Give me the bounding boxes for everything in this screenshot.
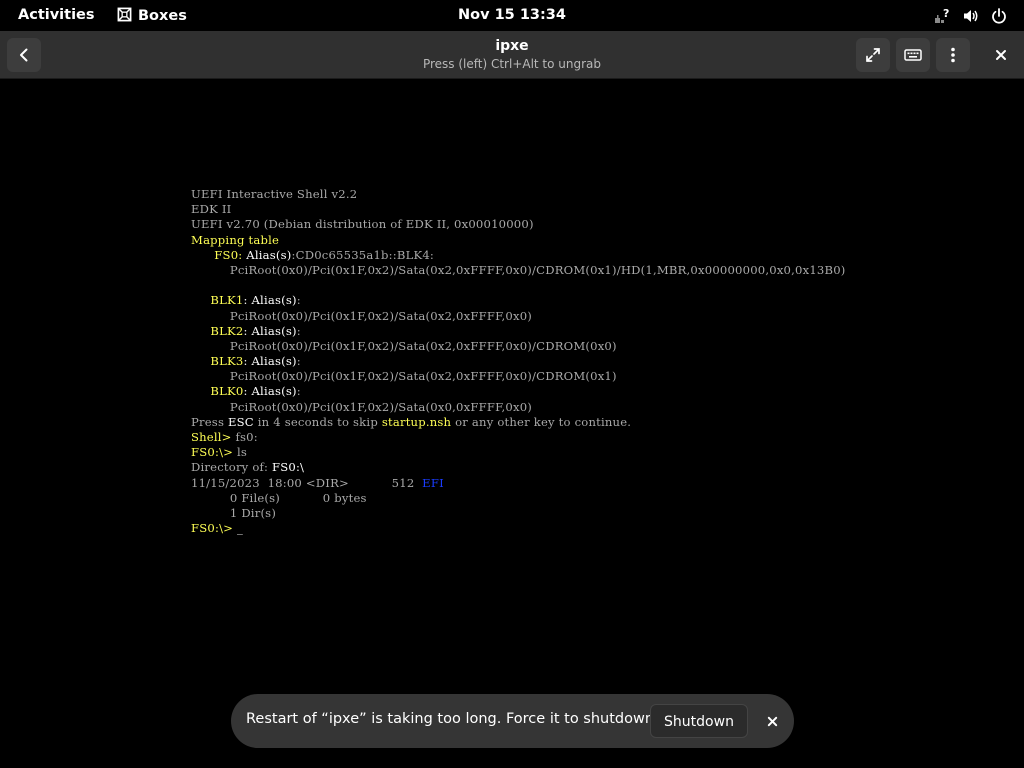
console-text: EDK II [191, 202, 232, 217]
uefi-shell-console: UEFI Interactive Shell v2.2 EDK II UEFI v2… [191, 187, 891, 536]
console-text: Alias(s) [251, 354, 297, 369]
console-line: BLK3: Alias(s): [191, 354, 891, 369]
headerbar: ipxe Press (left) Ctrl+Alt to ungrab [0, 31, 1024, 79]
console-text: in 4 seconds to skip [253, 414, 382, 429]
console-text: Alias(s) [251, 323, 297, 338]
console-text: PciRoot(0x0)/Pci(0x1F,0x2)/Sata(0x2,0xFF… [191, 308, 533, 323]
console-line: PciRoot(0x0)/Pci(0x1F,0x2)/Sata(0x2,0xFF… [191, 339, 891, 354]
console-line: FS0:\> _ [191, 521, 891, 536]
console-text: BLK3 [191, 354, 244, 369]
console-text: fs0: [235, 430, 258, 444]
console-text: Directory of: [191, 460, 272, 475]
console-text: PciRoot(0x0)/Pci(0x1F,0x2)/Sata(0x2,0xFF… [191, 369, 617, 384]
console-line: UEFI Interactive Shell v2.2 [191, 187, 891, 202]
console-text: startup.nsh [381, 414, 452, 429]
console-text: Mapping table [191, 232, 280, 247]
keyboard-button[interactable] [896, 38, 930, 72]
console-text: FS0:\> [191, 521, 237, 536]
console-text: ESC [228, 414, 254, 429]
console-text: BLK0 [191, 384, 244, 399]
console-text: Alias(s) [251, 293, 297, 308]
console-line: 0 File(s) 0 bytes [191, 491, 891, 506]
console-text: 11/15/2023 18:00 <DIR> 512 [191, 475, 423, 490]
console-text: FS0 [191, 247, 239, 262]
menu-button[interactable] [936, 38, 970, 72]
console-text: 1 Dir(s) [191, 505, 277, 520]
volume-icon [964, 10, 978, 22]
console-line: 1 Dir(s) [191, 506, 891, 521]
console-text: BLK1 [191, 293, 244, 308]
console-text: UEFI v2.70 (Debian distribution of EDK I… [191, 217, 534, 232]
console-line: Mapping table [191, 233, 891, 248]
console-text: PciRoot(0x0)/Pci(0x1F,0x2)/Sata(0x2,0xFF… [191, 338, 617, 353]
toast-message: Restart of “ipxe” is taking too long. Fo… [246, 711, 662, 727]
console-text: FS0:\ [271, 460, 305, 475]
console-text: EFI [422, 475, 444, 490]
vm-display[interactable]: UEFI Interactive Shell v2.2 EDK II UEFI v2… [0, 79, 1024, 768]
console-text: Press [191, 414, 228, 429]
keyboard-icon [904, 49, 922, 61]
console-text: PciRoot(0x0)/Pci(0x1F,0x2)/Sata(0x2,0xFF… [191, 262, 846, 277]
close-window-button[interactable] [984, 38, 1018, 72]
gnome-top-bar: Activities Boxes Nov 15 13:34 ? [0, 0, 1024, 31]
console-text: UEFI Interactive Shell v2.2 [191, 187, 358, 201]
console-line: BLK1: Alias(s): [191, 293, 891, 308]
console-line: UEFI v2.70 (Debian distribution of EDK I… [191, 217, 891, 232]
console-text: : [296, 293, 301, 308]
activities-button[interactable]: Activities [18, 7, 95, 23]
console-text: Alias(s) [251, 384, 297, 399]
clock[interactable]: Nov 15 13:34 [458, 7, 566, 23]
menu-icon [951, 47, 955, 63]
console-text: PciRoot(0x0)/Pci(0x1F,0x2)/Sata(0x0,0xFF… [191, 399, 533, 414]
console-line: BLK0: Alias(s): [191, 384, 891, 399]
console-text: or any other key to continue. [451, 414, 632, 429]
network-unknown-icon: ? [935, 7, 949, 23]
console-text: : [296, 354, 301, 369]
console-line: FS0:\> ls [191, 445, 891, 460]
console-line: PciRoot(0x0)/Pci(0x1F,0x2)/Sata(0x0,0xFF… [191, 400, 891, 415]
console-text: BLK2 [191, 323, 244, 338]
app-name: Boxes [138, 8, 187, 24]
close-icon [996, 50, 1006, 60]
console-text: Shell> [191, 430, 236, 444]
console-text: FS0:\> [191, 445, 237, 460]
fullscreen-icon [866, 48, 880, 62]
close-icon [767, 716, 777, 726]
console-text: Alias(s) [246, 247, 292, 262]
restart-timeout-toast: Restart of “ipxe” is taking too long. Fo… [231, 694, 794, 748]
console-text: : [296, 323, 301, 338]
console-text: _ [236, 521, 243, 536]
power-icon [992, 8, 1006, 24]
console-line: 11/15/2023 18:00 <DIR> 512 EFI [191, 476, 891, 491]
console-text: ls [236, 445, 248, 460]
back-icon [20, 48, 28, 62]
svg-text:?: ? [943, 7, 949, 20]
fullscreen-button[interactable] [856, 38, 890, 72]
console-text: : [296, 384, 301, 399]
console-line: PciRoot(0x0)/Pci(0x1F,0x2)/Sata(0x2,0xFF… [191, 263, 891, 278]
shutdown-button[interactable]: Shutdown [650, 704, 748, 738]
console-text: :CD0c65535a1b::BLK4: [291, 247, 435, 262]
console-line: BLK2: Alias(s): [191, 324, 891, 339]
console-line: Directory of: FS0:\ [191, 460, 891, 475]
app-menu-button[interactable]: Boxes [117, 7, 187, 24]
console-line: PciRoot(0x0)/Pci(0x1F,0x2)/Sata(0x2,0xFF… [191, 309, 891, 324]
console-line: EDK II [191, 202, 891, 217]
status-area[interactable]: ? [934, 7, 1008, 25]
toast-close-button[interactable] [762, 711, 782, 731]
console-text: 0 File(s) 0 bytes [191, 490, 367, 505]
console-line: PciRoot(0x0)/Pci(0x1F,0x2)/Sata(0x2,0xFF… [191, 369, 891, 384]
console-line: FS0: Alias(s):CD0c65535a1b::BLK4: [191, 248, 891, 263]
back-button[interactable] [7, 38, 41, 72]
console-line: Shell> fs0: [191, 430, 891, 445]
console-line: Press ESC in 4 seconds to skip startup.n… [191, 415, 891, 430]
boxes-icon [117, 7, 132, 22]
